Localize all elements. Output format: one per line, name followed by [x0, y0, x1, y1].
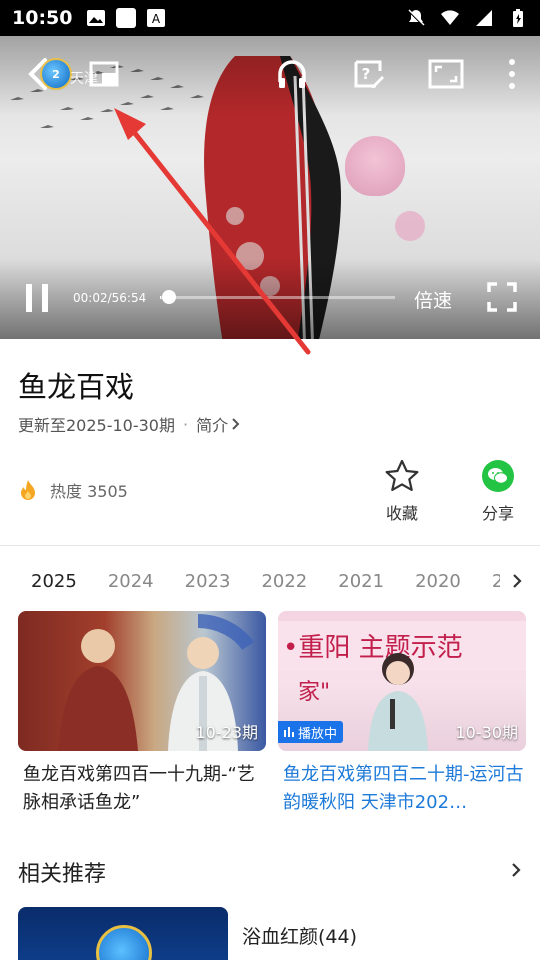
year-tab-strip[interactable]: 2025 2024 2023 2022 2021 2020 2	[0, 566, 500, 596]
svg-text:A: A	[152, 12, 161, 26]
status-time: 10:50	[12, 7, 73, 29]
fullscreen-icon	[487, 282, 517, 312]
now-playing-badge: 播放中	[278, 721, 344, 743]
flame-icon	[21, 480, 35, 500]
share-label: 分享	[481, 504, 514, 523]
more-vertical-icon	[509, 59, 515, 89]
year-tab-2024[interactable]: 2024	[108, 571, 154, 592]
separator-dot: ·	[183, 414, 189, 434]
update-status: 更新至2025-10-30期	[18, 416, 175, 435]
channel-logo: 2	[40, 58, 72, 90]
battery-icon	[513, 9, 523, 27]
episode-card[interactable]: 10-23期 鱼龙百戏第四百一十九期-“艺脉相承话鱼龙”	[18, 611, 266, 817]
year-tab-2025[interactable]: 2025	[31, 571, 77, 592]
episode-title: 鱼龙百戏第四百二十期-运河古韵暖秋阳 天津市202…	[283, 764, 524, 813]
year-tabs: 2025 2024 2023 2022 2021 2020 2	[0, 566, 540, 596]
picture-in-picture-button[interactable]	[84, 56, 124, 92]
related-item-thumbnail[interactable]	[18, 907, 228, 960]
playback-speed-button[interactable]: 倍速	[414, 286, 452, 313]
heat-label: 热度 3505	[50, 482, 128, 501]
year-tab-2020[interactable]: 2020	[415, 571, 461, 592]
feedback-icon: ?	[354, 60, 384, 88]
svg-text:家": 家"	[298, 680, 330, 705]
pause-icon	[26, 284, 48, 312]
section-divider	[0, 545, 540, 546]
chevron-right-icon	[513, 574, 522, 588]
intro-label: 简介	[196, 416, 229, 435]
share-button[interactable]: 分享	[468, 458, 528, 524]
year-tab-2023[interactable]: 2023	[185, 571, 231, 592]
picture-in-picture-icon	[89, 61, 119, 87]
screen-frame-icon	[428, 59, 464, 89]
screen-size-button[interactable]	[425, 56, 467, 92]
year-tabs-next-button[interactable]	[505, 568, 529, 594]
year-tab-2022[interactable]: 2022	[261, 571, 307, 592]
year-tab-2021[interactable]: 2021	[338, 571, 384, 592]
episode-card-now-playing[interactable]: •重阳 主题示范 家" 播放中 10-30期 鱼龙百戏第四百二十期-运河古韵暖秋…	[278, 611, 526, 817]
related-item-title[interactable]: 浴血红颜(44)	[242, 922, 357, 949]
svg-text:•重阳 主题示范: •重阳 主题示范	[283, 633, 463, 663]
episode-thumbnail: •重阳 主题示范 家" 播放中 10-30期	[278, 611, 526, 751]
progress-bar[interactable]	[160, 296, 395, 299]
favorite-label: 收藏	[385, 504, 418, 523]
video-frame-lotus-bud	[395, 211, 425, 241]
progress-thumb[interactable]	[162, 290, 176, 304]
episode-title: 鱼龙百戏第四百一十九期-“艺脉相承话鱼龙”	[23, 764, 255, 813]
headphones-icon	[278, 60, 306, 88]
now-playing-label: 播放中	[298, 726, 338, 742]
font-notification-icon: A	[147, 9, 166, 27]
chevron-right-icon	[232, 418, 240, 430]
channel-logo-icon	[96, 925, 152, 960]
svg-text:?: ?	[362, 65, 371, 83]
pause-button[interactable]	[18, 279, 56, 317]
episode-thumbnail: 10-23期	[18, 611, 266, 751]
video-player[interactable]: 2 天津 ? 00:02/56:54 倍速	[0, 36, 540, 339]
star-icon	[385, 459, 419, 491]
related-heading: 相关推荐	[18, 862, 107, 887]
equalizer-icon	[284, 727, 294, 737]
wechat-icon	[482, 460, 514, 492]
image-notification-icon	[87, 10, 106, 26]
do-not-disturb-icon	[407, 9, 425, 27]
status-bar: 10:50 A	[0, 0, 540, 36]
wifi-icon	[441, 10, 459, 25]
intro-link[interactable]: 简介	[196, 412, 241, 436]
square-notification-icon	[116, 8, 137, 28]
related-more-button[interactable]	[504, 858, 528, 882]
year-tab-truncated[interactable]: 2	[492, 571, 500, 592]
feedback-button[interactable]: ?	[348, 56, 388, 92]
show-title: 鱼龙百戏	[18, 370, 135, 404]
more-options-button[interactable]	[498, 56, 526, 92]
update-line: 更新至2025-10-30期 · 简介	[18, 412, 241, 436]
chevron-right-icon	[512, 863, 521, 877]
episode-date: 10-23期	[195, 723, 259, 742]
favorite-button[interactable]: 收藏	[372, 458, 432, 524]
video-frame-lotus	[345, 136, 405, 196]
signal-icon	[476, 10, 492, 26]
episode-date: 10-30期	[455, 723, 519, 742]
audio-mode-button[interactable]	[272, 56, 312, 92]
channel-logo-number: 2	[52, 67, 60, 81]
heat-indicator: 热度 3505	[18, 478, 128, 502]
fullscreen-button[interactable]	[484, 279, 520, 315]
playback-time: 00:02/56:54	[73, 291, 147, 305]
